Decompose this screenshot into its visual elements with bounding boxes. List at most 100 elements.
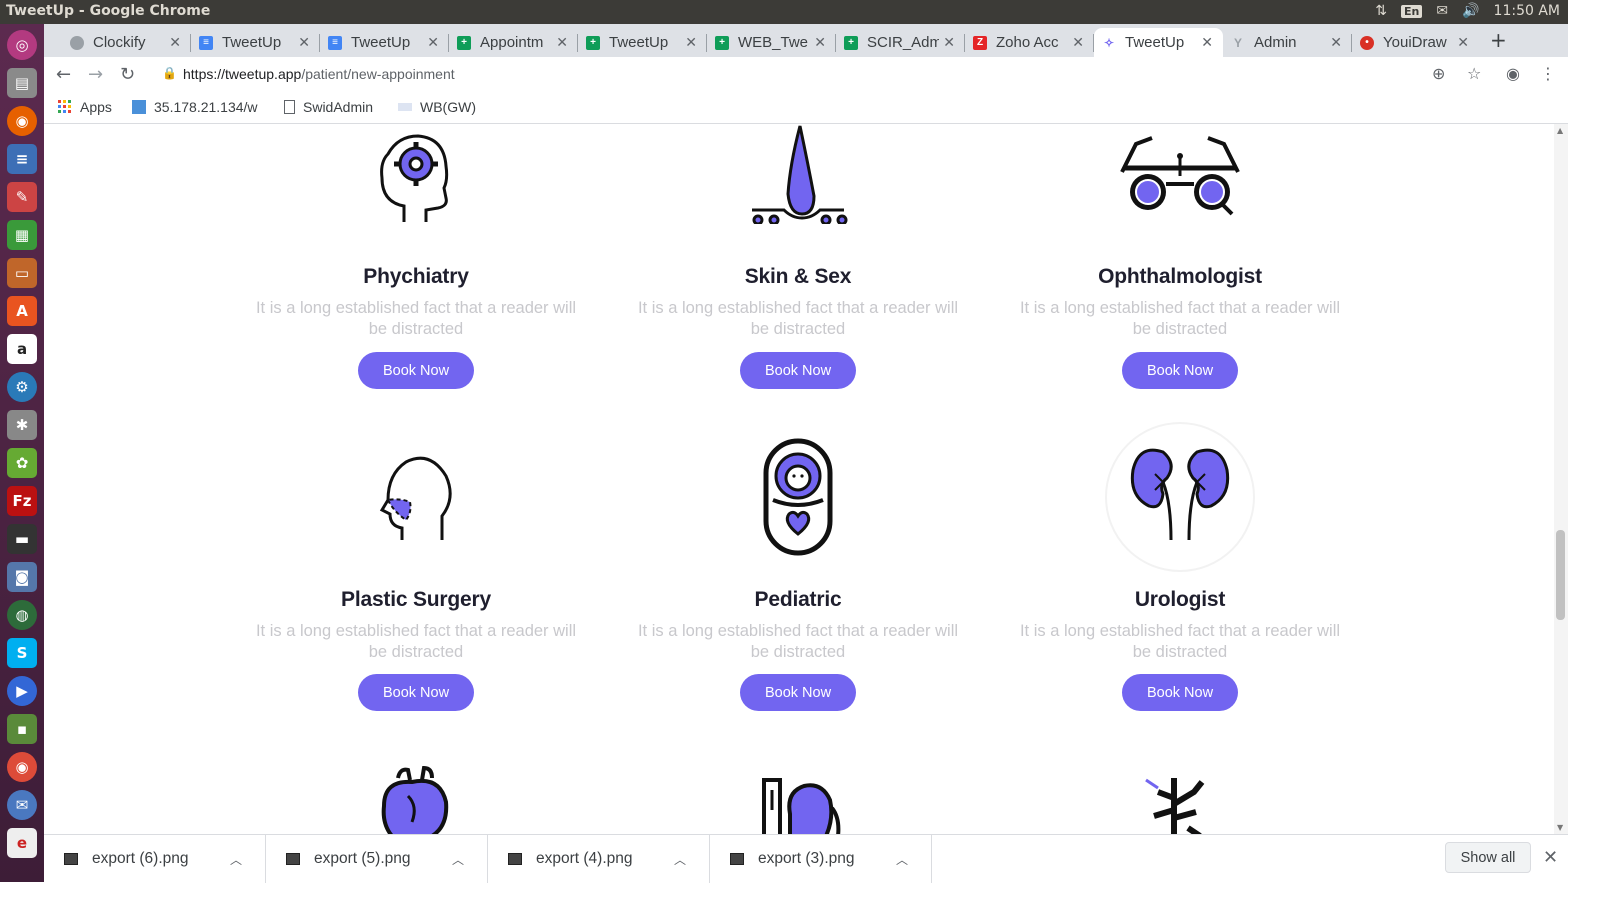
menu-icon[interactable]: ⋮ xyxy=(1540,64,1556,83)
lock-icon[interactable]: 🔒 xyxy=(162,66,177,80)
media-player-icon[interactable]: ▶ xyxy=(7,676,37,706)
show-all-downloads-button[interactable]: Show all xyxy=(1445,842,1531,873)
screenshot-icon[interactable]: ◙ xyxy=(7,562,37,592)
bookmark-wb-gw[interactable]: WB(GW) xyxy=(398,99,476,115)
book-now-button[interactable]: Book Now xyxy=(358,674,474,711)
tab-label: TweetUp xyxy=(222,34,282,51)
globe-icon[interactable]: ◍ xyxy=(7,600,37,630)
tab-close-icon[interactable]: ✕ xyxy=(685,34,697,51)
image-file-icon xyxy=(730,853,744,865)
tab-admin[interactable]: Y Admin ✕ xyxy=(1223,28,1352,57)
bookmark-star-icon[interactable]: ☆ xyxy=(1467,64,1481,83)
keyboard-language-indicator[interactable]: En xyxy=(1401,4,1423,18)
tab-close-icon[interactable]: ✕ xyxy=(1457,34,1469,51)
bookmark-label: WB(GW) xyxy=(420,99,476,115)
scrollbar-thumb[interactable] xyxy=(1556,530,1565,620)
dash-home-icon[interactable]: ◎ xyxy=(7,30,37,60)
filezilla-icon[interactable]: Fz xyxy=(7,486,37,516)
software-center-icon[interactable]: A xyxy=(7,296,37,326)
video-editor-icon[interactable]: ▬ xyxy=(7,524,37,554)
bookmark-swidadmin[interactable]: SwidAdmin xyxy=(284,99,373,115)
close-icon[interactable]: ✕ xyxy=(1543,847,1558,868)
amazon-icon[interactable]: a xyxy=(7,334,37,364)
tab-appointment-sheet[interactable]: + Appointm ✕ xyxy=(449,28,578,57)
firefox-icon[interactable]: ◉ xyxy=(7,106,37,136)
chevron-up-icon[interactable]: ︿ xyxy=(674,851,686,868)
mail-icon[interactable]: ✉ xyxy=(1436,3,1448,19)
download-item[interactable]: export (5).png ︿ xyxy=(266,835,488,883)
tab-close-icon[interactable]: ✕ xyxy=(814,34,826,51)
bookmark-ip-address[interactable]: 35.178.21.134/w xyxy=(132,99,272,115)
page-scrollbar[interactable]: ▲ ▼ xyxy=(1554,124,1568,834)
chrome-icon[interactable]: ◉ xyxy=(7,752,37,782)
app-icon-3[interactable]: e xyxy=(7,828,37,858)
tab-close-icon[interactable]: ✕ xyxy=(427,34,439,51)
app-icon[interactable]: ✿ xyxy=(7,448,37,478)
file-manager-icon[interactable]: ▤ xyxy=(7,68,37,98)
address-bar[interactable]: 🔒 https://tweetup.app/patient/new-appoin… xyxy=(156,61,1498,89)
eye-test-glasses-icon xyxy=(1120,136,1240,216)
card-title: Urologist xyxy=(1134,588,1226,611)
download-item[interactable]: export (3).png ︿ xyxy=(710,835,932,883)
tools-icon[interactable]: ✱ xyxy=(7,410,37,440)
card-description: It is a long established fact that a rea… xyxy=(1019,299,1341,338)
scroll-up-arrow-icon[interactable]: ▲ xyxy=(1557,126,1563,135)
tab-scir-admin-sheet[interactable]: + SCIR_Adm ✕ xyxy=(836,28,965,57)
tab-tweetup-doc-1[interactable]: ≡ TweetUp ✕ xyxy=(191,28,320,57)
network-icon[interactable]: ⇅ xyxy=(1375,3,1387,19)
tab-close-icon[interactable]: ✕ xyxy=(1072,34,1084,51)
back-button[interactable]: ← xyxy=(56,64,71,85)
impress-icon[interactable]: ▭ xyxy=(7,258,37,288)
clockify-favicon-icon xyxy=(70,35,84,50)
chevron-up-icon[interactable]: ︿ xyxy=(452,851,464,868)
bookmarks-bar: Apps 35.178.21.134/w SwidAdmin WB(GW) xyxy=(44,93,1568,124)
tab-close-icon[interactable]: ✕ xyxy=(1201,34,1213,51)
text-editor-icon[interactable]: ✎ xyxy=(7,182,37,212)
download-filename: export (3).png xyxy=(758,850,855,867)
tab-youidraw[interactable]: • YouiDraw ✕ xyxy=(1352,28,1479,57)
tab-tweetup-doc-2[interactable]: ≡ TweetUp ✕ xyxy=(320,28,449,57)
writer-icon[interactable]: ≡ xyxy=(7,144,37,174)
location-icon[interactable]: ⊕ xyxy=(1432,64,1445,83)
url-text[interactable]: https://tweetup.app/patient/new-appoinme… xyxy=(183,66,455,82)
skype-icon[interactable]: S xyxy=(7,638,37,668)
chevron-up-icon[interactable]: ︿ xyxy=(230,851,242,868)
tab-close-icon[interactable]: ✕ xyxy=(943,34,955,51)
calc-icon[interactable]: ▦ xyxy=(7,220,37,250)
book-now-button[interactable]: Book Now xyxy=(740,674,856,711)
tab-tweetup-sheet[interactable]: + TweetUp ✕ xyxy=(578,28,707,57)
thunderbird-icon[interactable]: ✉ xyxy=(7,790,37,820)
download-shelf: export (6).png ︿ export (5).png ︿ export… xyxy=(44,834,1568,883)
bookmark-label: Apps xyxy=(80,99,112,115)
chevron-up-icon[interactable]: ︿ xyxy=(896,851,908,868)
tab-close-icon[interactable]: ✕ xyxy=(298,34,310,51)
swaddled-baby-icon xyxy=(763,438,833,556)
system-settings-icon[interactable]: ⚙ xyxy=(7,372,37,402)
card-title: Plastic Surgery xyxy=(341,588,491,611)
scroll-down-arrow-icon[interactable]: ▼ xyxy=(1557,823,1563,832)
new-tab-button[interactable]: + xyxy=(1490,28,1507,52)
forward-button[interactable]: → xyxy=(88,64,103,85)
download-item[interactable]: export (4).png ︿ xyxy=(488,835,710,883)
book-now-button[interactable]: Book Now xyxy=(1122,352,1238,389)
tab-close-icon[interactable]: ✕ xyxy=(1330,34,1342,51)
volume-icon[interactable]: 🔊 xyxy=(1462,3,1479,19)
book-now-button[interactable]: Book Now xyxy=(1122,674,1238,711)
profile-icon[interactable]: ◉ xyxy=(1506,64,1520,83)
tab-clockify[interactable]: Clockify ✕ xyxy=(62,28,191,57)
reload-button[interactable]: ↻ xyxy=(120,64,135,85)
download-item[interactable]: export (6).png ︿ xyxy=(44,835,266,883)
tab-close-icon[interactable]: ✕ xyxy=(169,34,181,51)
tab-web-tweetup-sheet[interactable]: + WEB_Twe ✕ xyxy=(707,28,836,57)
card-title: Skin & Sex xyxy=(744,265,852,288)
tab-zoho-accounts[interactable]: Z Zoho Acc ✕ xyxy=(965,28,1094,57)
book-now-button[interactable]: Book Now xyxy=(358,352,474,389)
book-now-button[interactable]: Book Now xyxy=(740,352,856,389)
image-file-icon xyxy=(508,853,522,865)
tab-tweetup-active[interactable]: ✧ TweetUp ✕ xyxy=(1094,28,1223,57)
specialty-card-pediatric: Pediatric It is a long established fact … xyxy=(618,436,978,716)
app-icon-2[interactable]: ▪ xyxy=(7,714,37,744)
bookmark-apps[interactable]: Apps xyxy=(58,99,112,115)
clock[interactable]: 11:50 AM xyxy=(1494,3,1560,19)
tab-close-icon[interactable]: ✕ xyxy=(556,34,568,51)
